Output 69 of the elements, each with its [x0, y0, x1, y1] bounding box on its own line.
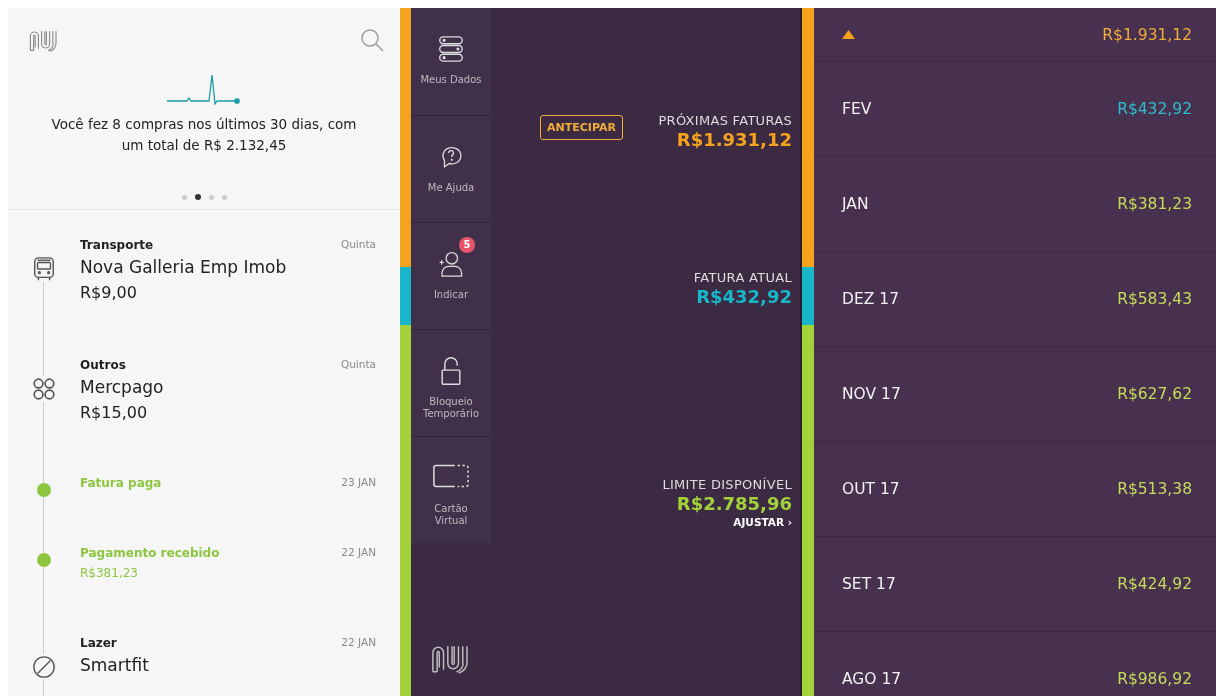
bill-amount: R$627,62 — [1117, 385, 1192, 403]
page-dot[interactable] — [181, 194, 187, 200]
summary-label: FATURA ATUAL — [693, 270, 792, 285]
bill-month: NOV 17 — [842, 385, 901, 403]
search-icon[interactable] — [360, 28, 384, 52]
timeline-dot — [37, 483, 51, 497]
dashed-card-icon — [432, 463, 470, 489]
bill-month: OUT 17 — [842, 480, 900, 498]
summary-amount: R$432,92 — [696, 286, 792, 307]
transaction-amount: R$381,23 — [80, 566, 139, 580]
bill-row[interactable]: FEV R$432,92 — [814, 62, 1216, 157]
merchant-name: Nova Galleria Emp Imob — [80, 257, 288, 277]
sidebar-item[interactable]: Me Ajuda — [411, 115, 491, 222]
sidebar-item[interactable]: Meus Dados — [411, 8, 491, 115]
bus-icon — [32, 256, 56, 282]
summary-amount: R$2.785,96 — [676, 493, 792, 514]
bill-month: DEZ 17 — [842, 290, 899, 308]
merchant-name: Smartfit — [80, 655, 150, 675]
bill-row[interactable]: NOV 17 R$627,62 — [814, 347, 1216, 442]
bill-amount: R$513,38 — [1117, 480, 1192, 498]
add-person-icon — [438, 249, 464, 279]
transaction-amount: R$15,00 — [80, 403, 149, 422]
adjust-link[interactable]: AJUSTAR › — [733, 516, 792, 528]
bill-amount: R$424,92 — [1117, 575, 1192, 593]
page-dot[interactable] — [208, 194, 214, 200]
transaction-category: Lazer — [80, 636, 118, 650]
up-triangle-icon — [842, 30, 855, 39]
bill-row[interactable]: AGO 17 R$986,92 — [814, 632, 1216, 696]
bill-amount: R$986,92 — [1117, 670, 1192, 688]
summary-amount: R$1.931,12 — [676, 129, 792, 150]
bill-row[interactable]: JAN R$381,23 — [814, 157, 1216, 252]
sidebar-item[interactable]: Bloqueio Temporário — [411, 329, 491, 436]
merchant-name: Mercpago — [80, 377, 165, 397]
summary-label: LIMITE DISPONÍVEL — [662, 477, 792, 492]
sidebar-item[interactable]: Indicar 5 — [411, 222, 491, 329]
database-icon — [438, 34, 464, 64]
bill-row[interactable]: DEZ 17 R$583,43 — [814, 252, 1216, 347]
bill-row[interactable]: SET 17 R$424,92 — [814, 537, 1216, 632]
bill-month: SET 17 — [842, 575, 896, 593]
transaction-category: Transporte — [80, 238, 155, 252]
summary-label: PRÓXIMAS FATURAS — [658, 113, 792, 128]
timeline-dot — [37, 553, 51, 567]
transaction-date: Quinta — [340, 238, 376, 252]
bill-amount: R$583,43 — [1117, 290, 1192, 308]
bill-month: FEV — [842, 100, 872, 118]
unlocked-padlock-icon — [438, 356, 464, 386]
circles-icon — [32, 376, 56, 402]
bill-amount: R$432,92 — [1117, 100, 1192, 118]
transaction-category: Pagamento recebido — [80, 546, 221, 560]
bill-amount: R$381,23 — [1117, 195, 1192, 213]
transaction-category: Outros — [80, 358, 127, 372]
page-dot[interactable] — [221, 194, 227, 200]
page-dot[interactable] — [194, 194, 201, 200]
logo-icon — [28, 28, 60, 52]
transaction-date: 22 JAN — [341, 546, 376, 560]
bill-amount: R$1.931,12 — [1102, 25, 1192, 44]
notification-badge: 5 — [459, 237, 475, 253]
transaction-date: 23 JAN — [341, 476, 376, 490]
sidebar-item[interactable]: Cartão Virtual — [411, 436, 491, 543]
transaction-amount: R$9,00 — [80, 283, 138, 302]
transaction-date: Quinta — [340, 358, 376, 372]
bill-month: AGO 17 — [842, 670, 902, 688]
transaction-date: 22 JAN — [341, 636, 376, 650]
transaction-category: Fatura paga — [80, 476, 163, 490]
antecipar-button[interactable]: ANTECIPAR — [540, 115, 623, 140]
bill-row[interactable]: R$1.931,12 — [814, 8, 1216, 62]
bill-row[interactable]: OUT 17 R$513,38 — [814, 442, 1216, 537]
bill-month: JAN — [842, 195, 869, 213]
purchase-summary: Você fez 8 compras nos últimos 30 dias, com um total de R$ 2.132,45 — [50, 115, 358, 155]
